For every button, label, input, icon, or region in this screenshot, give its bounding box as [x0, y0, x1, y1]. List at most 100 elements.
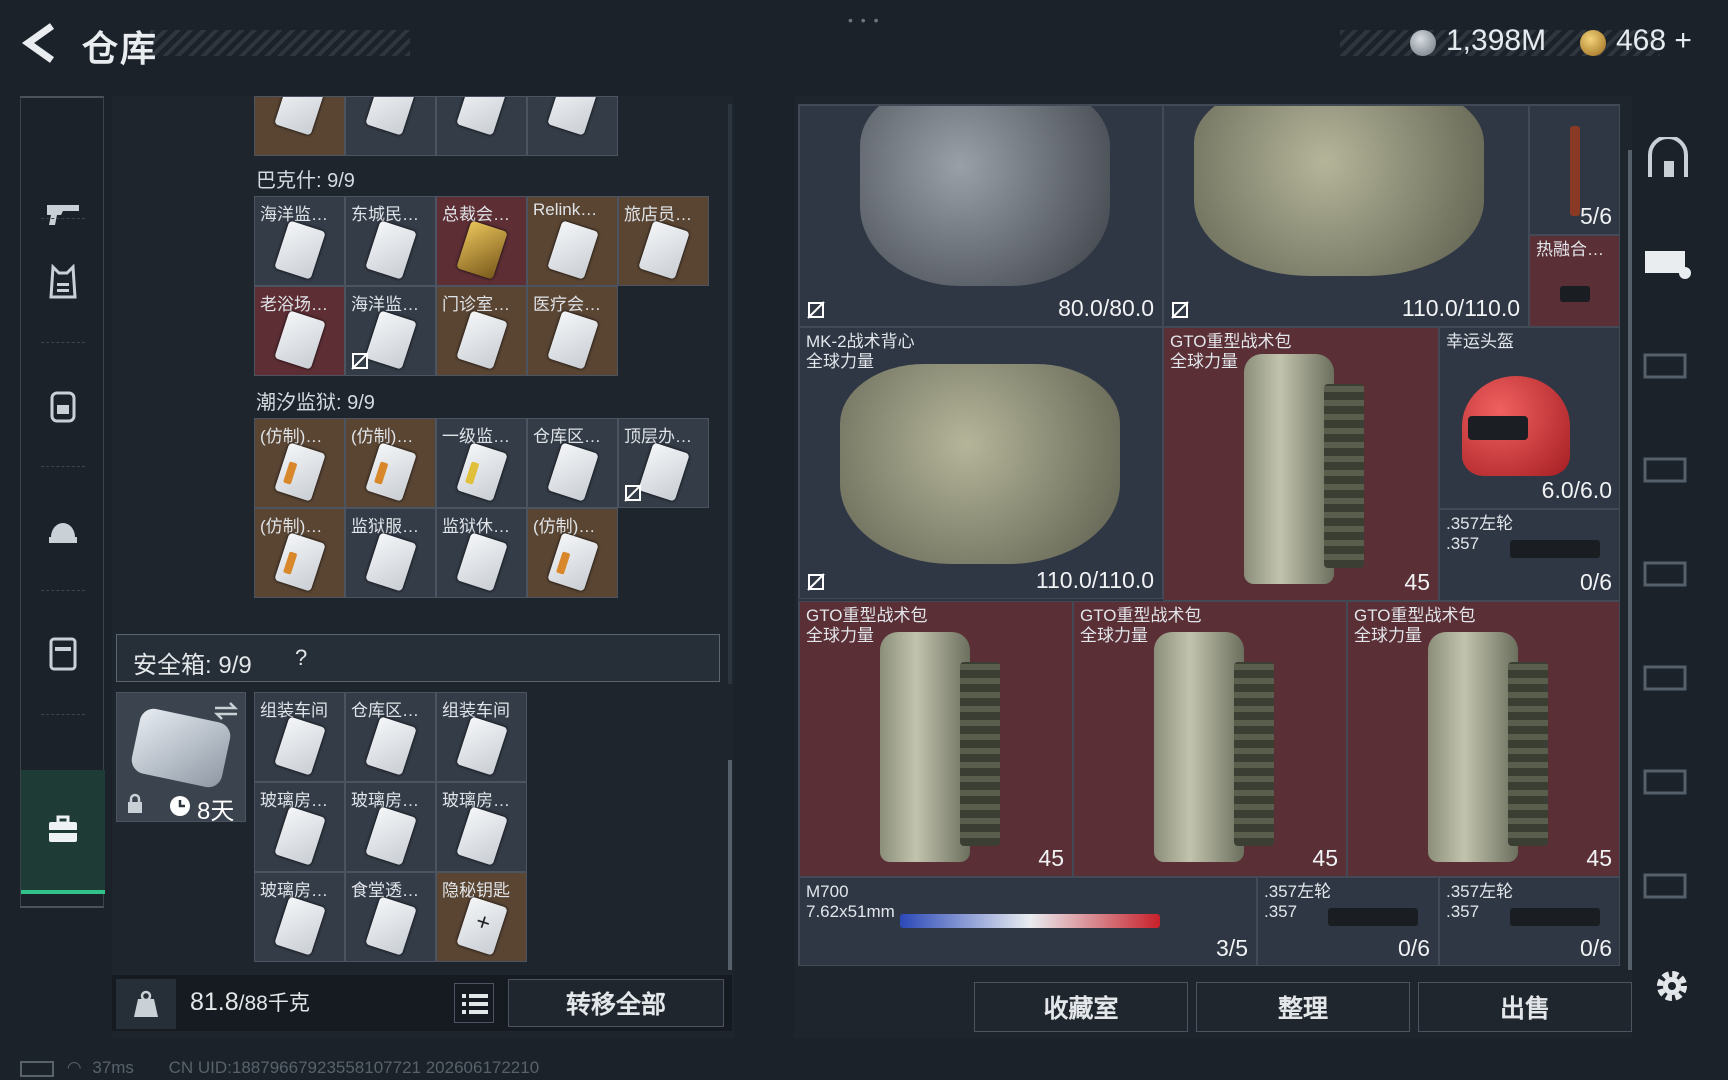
- nav-containers[interactable]: [21, 594, 105, 712]
- tab-stash-7[interactable]: [1640, 852, 1696, 922]
- key-slot[interactable]: 旅店员…: [618, 196, 709, 286]
- left-scrollbar[interactable]: [728, 760, 732, 970]
- backpack-item[interactable]: GTO重型战术包 全球力量 45: [1163, 327, 1439, 601]
- status-bar: ◠ 37ms CN UID:18879667923558107721 20260…: [20, 1058, 539, 1078]
- key-slot[interactable]: 监狱休…: [436, 508, 527, 598]
- key-slot[interactable]: 门诊室…: [436, 286, 527, 376]
- safe-box-header: 安全箱: 9/9 ?: [116, 634, 720, 682]
- key-slot[interactable]: 老浴场…: [254, 286, 345, 376]
- stash-grid: 80.0/80.0 110.0/110.0 5/6 热融合… MK-2战术背心 …: [798, 104, 1620, 966]
- list-view-button[interactable]: [454, 983, 494, 1023]
- stash-scrollbar[interactable]: [1628, 150, 1632, 970]
- key-slot[interactable]: 海洋监…: [254, 196, 345, 286]
- prev-key-grid: [254, 96, 618, 156]
- vest-item[interactable]: 80.0/80.0: [799, 105, 1163, 327]
- sell-button[interactable]: 出售: [1418, 982, 1632, 1032]
- key-slot[interactable]: 组装车间: [254, 692, 345, 782]
- no-trade-icon: [807, 301, 825, 319]
- thermal-scope-item[interactable]: 热融合…: [1529, 235, 1619, 327]
- key-slot[interactable]: [527, 96, 618, 156]
- key-slot[interactable]: 玻璃房…: [436, 782, 527, 872]
- silver-coin-icon: [1410, 30, 1436, 56]
- backpack-item[interactable]: GTO重型战术包 全球力量 45: [799, 601, 1073, 877]
- key-slot[interactable]: 仓库区…: [345, 692, 436, 782]
- no-trade-icon: [624, 484, 642, 502]
- weight-bar: 81.8/88千克 转移全部: [112, 975, 732, 1031]
- key-slot[interactable]: [254, 96, 345, 156]
- key-slot[interactable]: Relink…: [527, 196, 618, 286]
- revolver-item[interactable]: .357左轮 .357 0/6: [1257, 877, 1439, 965]
- list-icon: [462, 994, 488, 1014]
- bakesh-grid: 海洋监… 东城民… 总裁会… Relink… 旅店员… 老浴场… 海洋监… 门诊…: [254, 196, 709, 376]
- sniper-rifle-item[interactable]: M700 7.62x51mm 3/5: [799, 877, 1257, 965]
- key-slot[interactable]: 一级监…: [436, 418, 527, 508]
- key-slot[interactable]: 食堂透…: [345, 872, 436, 962]
- key-slot[interactable]: 监狱服…: [345, 508, 436, 598]
- stash-tab-icon: [1643, 665, 1687, 691]
- key-slot[interactable]: (仿制)…: [254, 508, 345, 598]
- uid-text: CN UID:18879667923558107721 202606172210: [168, 1058, 540, 1077]
- revolver-item[interactable]: .357左轮 .357 0/6: [1439, 877, 1619, 965]
- tab-stash-2[interactable]: [1640, 332, 1696, 402]
- swap-icon[interactable]: [213, 701, 239, 721]
- key-slot[interactable]: 玻璃房…: [345, 782, 436, 872]
- nav-keys[interactable]: [21, 770, 105, 894]
- backpack-item[interactable]: GTO重型战术包 全球力量 45: [1073, 601, 1347, 877]
- wifi-icon: ◠: [66, 1058, 82, 1077]
- left-scroll-track: [728, 104, 732, 684]
- gold-currency: 468 +: [1616, 24, 1692, 57]
- key-slot[interactable]: 东城民…: [345, 196, 436, 286]
- sort-button[interactable]: 整理: [1196, 982, 1410, 1032]
- key-slot[interactable]: 海洋监…: [345, 286, 436, 376]
- safe-box-item[interactable]: 8天: [116, 692, 246, 825]
- no-trade-icon: [1171, 301, 1189, 319]
- tab-stash-5[interactable]: [1640, 644, 1696, 714]
- key-slot[interactable]: [345, 96, 436, 156]
- clock-icon: [170, 796, 190, 816]
- vest-item[interactable]: 110.0/110.0: [1163, 105, 1529, 327]
- safe-box-help-button[interactable]: ?: [295, 645, 307, 671]
- tab-stash-1[interactable]: [1640, 228, 1696, 298]
- key-slot[interactable]: 组装车间: [436, 692, 527, 782]
- rifle-item[interactable]: 5/6: [1529, 105, 1619, 235]
- key-slot[interactable]: 玻璃房…: [254, 872, 345, 962]
- vest-item[interactable]: MK-2战术背心 全球力量 110.0/110.0: [799, 327, 1163, 599]
- key-slot[interactable]: 仓库区…: [527, 418, 618, 508]
- key-slot[interactable]: 总裁会…: [436, 196, 527, 286]
- key-slot[interactable]: 隐秘钥匙: [436, 872, 527, 962]
- key-slot[interactable]: 顶层办…: [618, 418, 709, 508]
- ping-text: 37ms: [92, 1058, 134, 1077]
- safe-box-days: 8天: [197, 798, 235, 825]
- collection-room-button[interactable]: 收藏室: [974, 982, 1188, 1032]
- helmet-item[interactable]: 幸运头盔 6.0/6.0: [1439, 327, 1619, 509]
- settings-gear-icon[interactable]: [1652, 966, 1692, 1006]
- tab-stash-home[interactable]: [1640, 124, 1696, 194]
- add-gold-button[interactable]: +: [1674, 24, 1692, 57]
- stash-tab-icon: [1643, 873, 1687, 899]
- category-nav: [20, 96, 105, 908]
- silver-currency: 1,398M: [1446, 24, 1547, 57]
- safe-box-title: 安全箱: 9/9: [133, 652, 252, 679]
- weight-icon: [134, 990, 158, 1017]
- nav-backpacks[interactable]: [21, 346, 105, 464]
- back-arrow-icon[interactable]: [20, 22, 60, 64]
- key-slot[interactable]: (仿制)…: [254, 418, 345, 508]
- transfer-all-button[interactable]: 转移全部: [508, 979, 724, 1027]
- carry-weight: 81.8/88千克: [190, 988, 310, 1016]
- nav-vests[interactable]: [21, 222, 105, 340]
- home-tab-icon: [1648, 137, 1688, 177]
- tab-stash-6[interactable]: [1640, 748, 1696, 818]
- key-slot[interactable]: 玻璃房…: [254, 782, 345, 872]
- stash-tab-icon: [1643, 769, 1687, 795]
- key-slot[interactable]: (仿制)…: [527, 508, 618, 598]
- key-slot[interactable]: [436, 96, 527, 156]
- key-slot[interactable]: (仿制)…: [345, 418, 436, 508]
- key-slot[interactable]: 医疗会…: [527, 286, 618, 376]
- revolver-item[interactable]: .357左轮 .357 0/6: [1439, 509, 1619, 601]
- title-decoration: [150, 30, 410, 56]
- nav-helmets[interactable]: [21, 470, 105, 588]
- tab-stash-4[interactable]: [1640, 540, 1696, 610]
- tab-stash-3[interactable]: [1640, 436, 1696, 506]
- tide-prison-grid: (仿制)… (仿制)… 一级监… 仓库区… 顶层办… (仿制)… 监狱服… 监狱…: [254, 418, 709, 598]
- backpack-item[interactable]: GTO重型战术包 全球力量 45: [1347, 601, 1619, 877]
